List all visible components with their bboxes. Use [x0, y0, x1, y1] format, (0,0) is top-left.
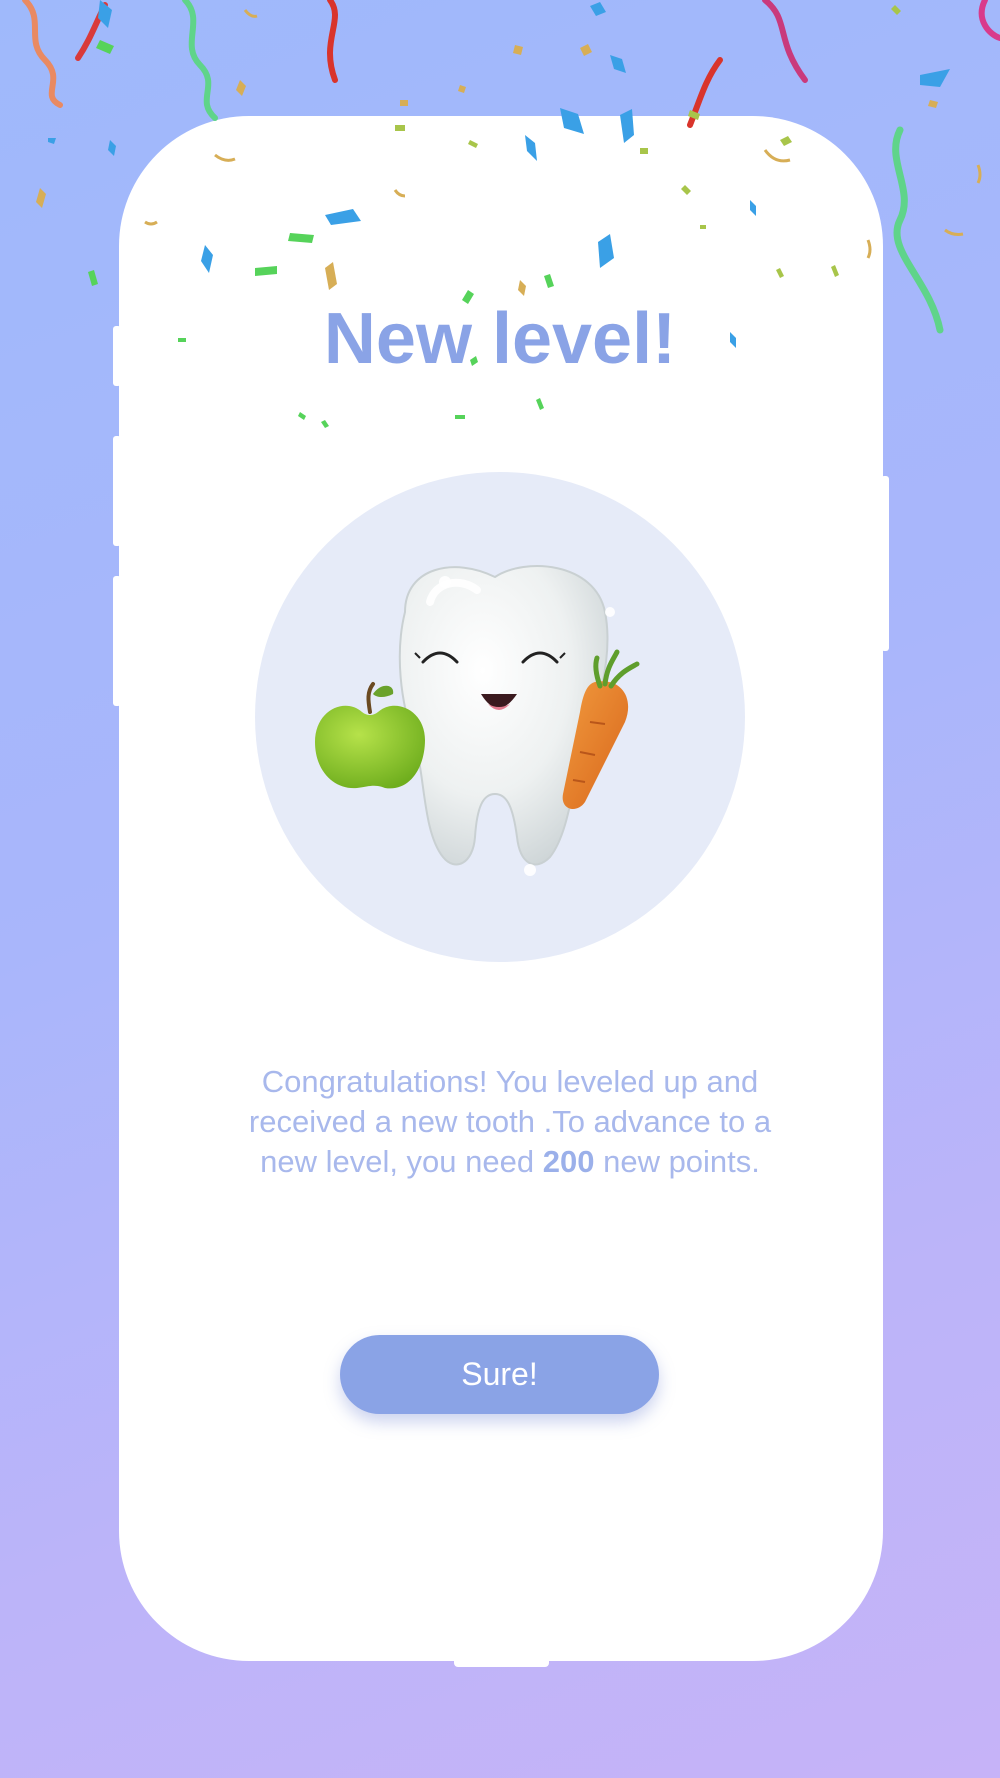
streamer-shape — [22, 0, 63, 108]
message-text-end: new points. — [594, 1144, 760, 1179]
streamer-shape — [978, 0, 1000, 41]
tooth-mascot-illustration — [255, 472, 745, 962]
streamer-shape — [762, 0, 808, 83]
streamer-shape — [182, 0, 218, 121]
card-edge-notch — [881, 476, 889, 651]
streamer-shape — [327, 0, 338, 83]
card-bottom-tab — [454, 1657, 549, 1667]
card-edge-notch — [113, 576, 121, 706]
sure-button[interactable]: Sure! — [340, 1335, 659, 1414]
points-value: 200 — [542, 1144, 595, 1179]
level-up-message: Congratulations! You leveled up and rece… — [230, 1062, 790, 1182]
page-title: New level! — [323, 299, 677, 379]
card-edge-notch — [113, 436, 121, 546]
streamer-shape — [75, 2, 108, 61]
